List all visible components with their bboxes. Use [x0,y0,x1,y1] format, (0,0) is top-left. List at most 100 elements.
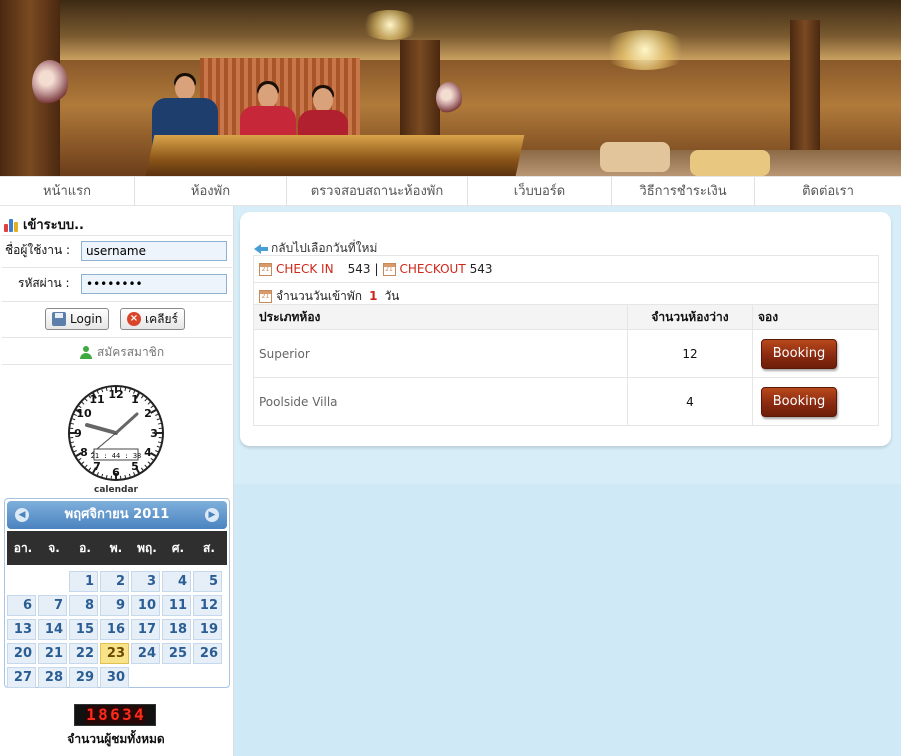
calendar-day[interactable]: 19 [193,619,222,640]
login-title: เข้าระบบ.. [4,214,84,235]
calendar-day[interactable]: 21 [38,643,67,664]
calendar-weekday: ศ. [171,541,185,555]
calendar-day[interactable]: 12 [193,595,222,616]
counter-digit: 8 [97,705,109,724]
calendar-day[interactable]: 11 [162,595,191,616]
calendar-day[interactable]: 9 [100,595,129,616]
clock-numeral: 6 [112,466,120,479]
calendar-widget: ◀ พฤศจิกายน 2011 ▶ อา. จ. อ. พ. พฤ. ศ. ส. 1234… [4,498,230,688]
nav-rooms[interactable]: ห้องพัก [135,177,287,207]
password-input[interactable] [81,274,227,294]
column-header-book: จอง [752,304,879,330]
calendar-day-today[interactable]: 23 [100,643,129,664]
divider [2,301,232,302]
calendar-weekday: พฤ. [137,541,157,555]
save-disk-icon [52,312,66,326]
main-content: กลับไปเลือกวันที่ใหม่ 21 CHECK IN 543 | … [234,206,901,756]
dates-separator: | [374,262,379,276]
analog-clock: 12 1 2 3 4 5 6 7 8 9 10 11 21 : 44 : 38 [68,385,164,481]
calendar-day[interactable]: 22 [69,643,98,664]
calendar-weekday: พ. [109,541,123,555]
calendar-day[interactable]: 24 [131,643,160,664]
password-label: รหัสผ่าน : [18,276,70,290]
calendar-day[interactable]: 17 [131,619,160,640]
checkout-value: 543 [469,262,493,276]
username-label: ชื่อผู้ใช้งาน : [5,243,71,257]
calendar-day[interactable]: 14 [38,619,67,640]
hotel-lobby-banner [0,0,901,176]
login-button-label: Login [70,312,103,326]
nav-home[interactable]: หน้าแรก [0,177,135,207]
calendar-day[interactable]: 29 [69,667,98,688]
nights-suffix: วัน [384,288,400,303]
banner-light [360,10,420,40]
clock-tick [157,422,162,425]
clock-numeral: 11 [89,393,104,406]
calendar-icon: 21 [259,262,272,276]
available-count-cell: 12 [627,329,753,378]
calendar-day[interactable]: 26 [193,643,222,664]
clear-button-label: เคลียร์ [145,311,178,326]
calendar-day[interactable]: 10 [131,595,160,616]
banner-column [400,40,440,150]
clock-tick [124,474,127,479]
banner-column [790,20,820,160]
calendar-icon: 21 [259,289,272,303]
booking-button[interactable]: Booking [761,386,837,417]
sidebar: เข้าระบบ.. ชื่อผู้ใช้งาน : รหัสผ่าน : Lo… [0,206,234,756]
counter-digit: 1 [85,705,97,724]
clock-tick [124,387,127,392]
calendar-day[interactable]: 27 [7,667,36,688]
divider [2,267,232,268]
calendar-day[interactable]: 15 [69,619,98,640]
login-title-text: เข้าระบบ.. [23,218,84,233]
nav-room-status[interactable]: ตรวจสอบสถานะห้องพัก [287,177,468,207]
booking-button[interactable]: Booking [761,338,837,369]
divider [2,235,232,236]
calendar-day[interactable]: 7 [38,595,67,616]
calendar-day[interactable]: 8 [69,595,98,616]
calendar-next-icon[interactable]: ▶ [205,508,219,522]
calendar-weekday: ส. [203,541,215,555]
calendar-day[interactable]: 16 [100,619,129,640]
nights-value: 1 [369,289,378,303]
clear-button[interactable]: × เคลียร์ [120,308,185,330]
calendar-day[interactable]: 20 [7,643,36,664]
bar-chart-icon [4,218,18,232]
calendar-day[interactable]: 4 [162,571,191,592]
calendar-day[interactable]: 3 [131,571,160,592]
user-icon [80,346,92,359]
calendar-day[interactable]: 6 [7,595,36,616]
nav-contact[interactable]: ติดต่อเรา [755,177,901,207]
nights-prefix: จำนวนวันเข้าพัก [276,288,363,303]
booking-cell: Booking [752,377,879,426]
calendar-day[interactable]: 18 [162,619,191,640]
clock-numeral: 3 [150,427,158,440]
room-type-cell: Superior [253,329,628,378]
calendar-day[interactable]: 30 [100,667,129,688]
table-row: Superior 12 Booking [253,329,879,378]
stay-dates-row: 21 CHECK IN 543 | 21 CHECKOUT 543 [253,255,879,283]
clock-numeral: 8 [80,446,88,459]
calendar-day[interactable]: 2 [100,571,129,592]
counter-digit: 6 [109,705,121,724]
calendar-day[interactable]: 5 [193,571,222,592]
visitor-counter: 18634 [74,704,156,726]
login-button[interactable]: Login [45,308,110,330]
banner-reception-counter [145,135,525,176]
calendar-weekday: อ. [79,541,91,555]
register-link[interactable]: สมัครสมาชิก [80,343,164,362]
username-input[interactable] [81,241,227,261]
nav-payment[interactable]: วิธีการชำระเงิน [612,177,755,207]
calendar-day[interactable]: 13 [7,619,36,640]
back-arrow-icon [254,243,268,254]
clock-tick [105,387,108,392]
calendar-day[interactable]: 25 [162,643,191,664]
visitor-counter-label: จำนวนผู้ชมทั้งหมด [67,732,165,746]
calendar-prev-icon[interactable]: ◀ [15,508,29,522]
checkout-label: CHECKOUT [399,262,466,276]
calendar-icon: 21 [382,262,396,276]
calendar-day[interactable]: 28 [38,667,67,688]
calendar-day[interactable]: 1 [69,571,98,592]
nav-webboard[interactable]: เว็บบอร์ด [468,177,612,207]
